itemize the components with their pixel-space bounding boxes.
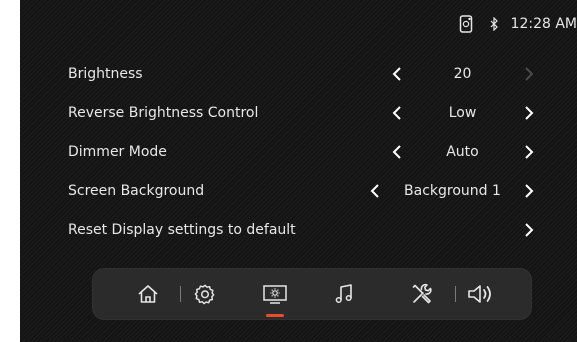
next-option-button[interactable] — [522, 99, 536, 127]
increase-brightness-button — [522, 60, 536, 88]
clock-time: 12:28 AM — [510, 16, 577, 32]
volume-icon[interactable] — [464, 278, 496, 310]
previous-option-button[interactable] — [368, 177, 382, 205]
previous-option-button[interactable] — [390, 138, 404, 166]
setting-label: Reset Display settings to default — [68, 222, 296, 238]
tools-icon[interactable] — [406, 278, 438, 310]
setting-row-brightness: Brightness 20 — [20, 60, 577, 88]
bluetooth-icon — [489, 17, 499, 31]
setting-row-reset-display[interactable]: Reset Display settings to default — [20, 216, 577, 244]
next-option-button[interactable] — [522, 177, 536, 205]
settings-gear-icon[interactable] — [189, 278, 221, 310]
setting-label: Screen Background — [68, 183, 205, 199]
active-tab-indicator — [266, 314, 284, 317]
dock-separator — [180, 286, 181, 302]
next-option-button[interactable] — [522, 138, 536, 166]
decrease-brightness-button[interactable] — [390, 60, 404, 88]
dock-separator — [455, 286, 456, 302]
setting-row-dimmer-mode: Dimmer Mode Auto — [20, 138, 577, 166]
reset-display-button[interactable] — [522, 216, 536, 244]
display-settings-screen: 12:28 AM Brightness 20 Reverse Brightnes… — [20, 0, 577, 342]
display-brightness-icon[interactable] — [259, 278, 291, 310]
phone-icon[interactable] — [459, 15, 473, 33]
music-note-icon[interactable] — [328, 278, 360, 310]
setting-label: Brightness — [68, 66, 143, 82]
setting-value: Auto — [446, 144, 479, 160]
home-icon[interactable] — [132, 278, 164, 310]
bottom-dock — [92, 268, 532, 320]
previous-option-button[interactable] — [390, 99, 404, 127]
setting-row-reverse-brightness: Reverse Brightness Control Low — [20, 99, 577, 127]
setting-row-screen-background: Screen Background Background 1 — [20, 177, 577, 205]
setting-value: Low — [448, 105, 477, 121]
setting-label: Reverse Brightness Control — [68, 105, 259, 121]
status-bar: 12:28 AM — [459, 12, 577, 36]
setting-value: 20 — [453, 66, 472, 82]
setting-value: Background 1 — [404, 183, 501, 199]
setting-label: Dimmer Mode — [68, 144, 167, 160]
